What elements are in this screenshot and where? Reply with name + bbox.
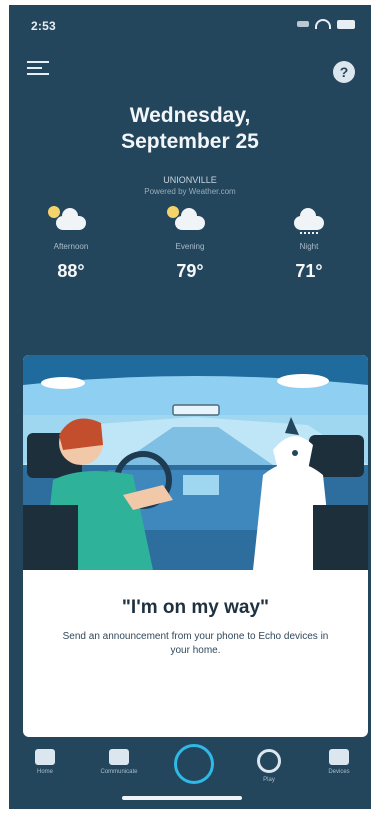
home-indicator[interactable]	[122, 796, 242, 800]
partly-cloudy-icon	[21, 206, 121, 236]
help-icon[interactable]: ?	[333, 61, 355, 83]
nav-communicate[interactable]: Communicate	[89, 749, 149, 775]
signal-icon	[297, 21, 309, 27]
location: UNIONVILLE Powered by Weather.com	[9, 175, 371, 196]
nav-label: Home	[36, 769, 53, 775]
nav-play[interactable]: Play	[239, 749, 299, 783]
location-name: UNIONVILLE	[163, 175, 217, 185]
card-description: Send an announcement from your phone to …	[62, 631, 329, 656]
location-source: Powered by Weather.com	[144, 187, 236, 196]
forecast-temp: 79°	[176, 261, 204, 281]
forecast-temp: 71°	[295, 261, 323, 281]
forecast-evening: Evening 79°	[140, 206, 240, 282]
forecast-afternoon: Afternoon 88°	[21, 206, 121, 282]
rain-cloud-icon	[259, 208, 359, 236]
battery-icon	[337, 19, 355, 29]
nav-label: Play	[263, 777, 275, 783]
nav-home[interactable]: Home	[15, 749, 75, 775]
nav-label: Communicate	[100, 769, 138, 775]
date-line-2: September 25	[121, 130, 259, 153]
cloudy-icon	[140, 206, 240, 236]
forecast-label: Night	[299, 242, 319, 251]
forecast-label: Evening	[175, 242, 205, 251]
forecast-label: Afternoon	[53, 242, 89, 251]
play-icon	[257, 749, 281, 773]
tip-card[interactable]: "I'm on my way" Send an announcement fro…	[23, 355, 368, 737]
date-line-1: Wednesday,	[129, 104, 251, 127]
card-title: "I'm on my way"	[121, 597, 270, 618]
alexa-ring-icon[interactable]	[174, 744, 214, 784]
date-heading: Wednesday, September 25	[9, 103, 371, 155]
home-icon	[35, 749, 55, 765]
app-screen: 2:53 ? Wednesday, September 25 UNIONVILL…	[9, 5, 371, 809]
nav-label: Devices	[328, 769, 350, 775]
devices-icon	[329, 749, 349, 765]
car-illustration	[23, 355, 368, 570]
forecast-temp: 88°	[57, 261, 85, 281]
nav-devices[interactable]: Devices	[309, 749, 369, 775]
forecast-night: Night 71°	[259, 208, 359, 282]
wifi-icon	[315, 19, 331, 29]
menu-icon[interactable]	[27, 61, 49, 79]
chat-icon	[109, 749, 129, 765]
status-bar: 2:53	[9, 5, 371, 45]
status-icons	[297, 19, 355, 29]
status-time: 2:53	[31, 19, 56, 33]
